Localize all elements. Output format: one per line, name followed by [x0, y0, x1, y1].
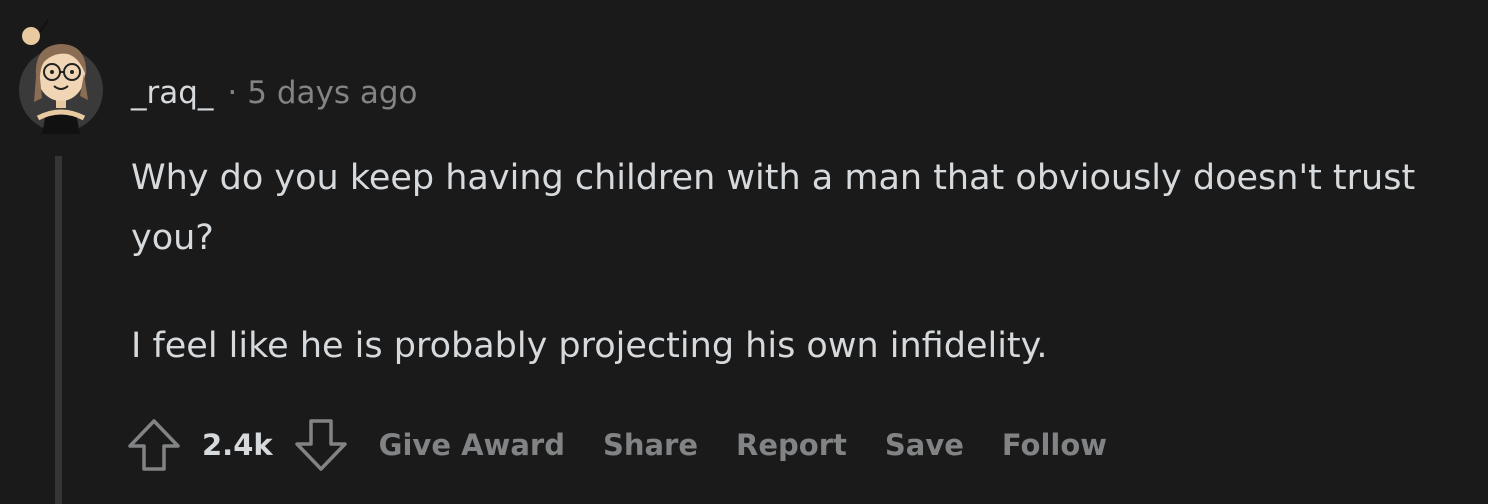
give-award-button[interactable]: Give Award — [379, 428, 565, 462]
thread-collapse-line[interactable] — [55, 156, 62, 504]
report-button[interactable]: Report — [736, 428, 847, 462]
comment-actions: 2.4k Give Award Share Report Save Follow — [126, 413, 1145, 477]
upvote-arrow-icon[interactable] — [126, 415, 182, 475]
meta-separator: · — [227, 75, 238, 111]
vote-score: 2.4k — [202, 428, 273, 462]
save-button[interactable]: Save — [885, 428, 964, 462]
share-button[interactable]: Share — [603, 428, 698, 462]
comment-paragraph: I feel like he is probably projecting hi… — [131, 326, 1048, 366]
comment-body: Why do you keep having children with a m… — [131, 148, 1471, 424]
comment-meta: _raq_ · 5 days ago — [131, 68, 418, 118]
comment-paragraph: Why do you keep having children with a m… — [131, 158, 1416, 258]
timestamp[interactable]: 5 days ago — [247, 75, 417, 111]
username-link[interactable]: _raq_ — [131, 75, 213, 111]
downvote-arrow-icon[interactable] — [293, 415, 349, 475]
comment: _raq_ · 5 days ago Why do you keep havin… — [0, 0, 1488, 504]
avatar[interactable] — [18, 18, 104, 134]
follow-button[interactable]: Follow — [1002, 428, 1107, 462]
avatar-image — [19, 19, 103, 134]
